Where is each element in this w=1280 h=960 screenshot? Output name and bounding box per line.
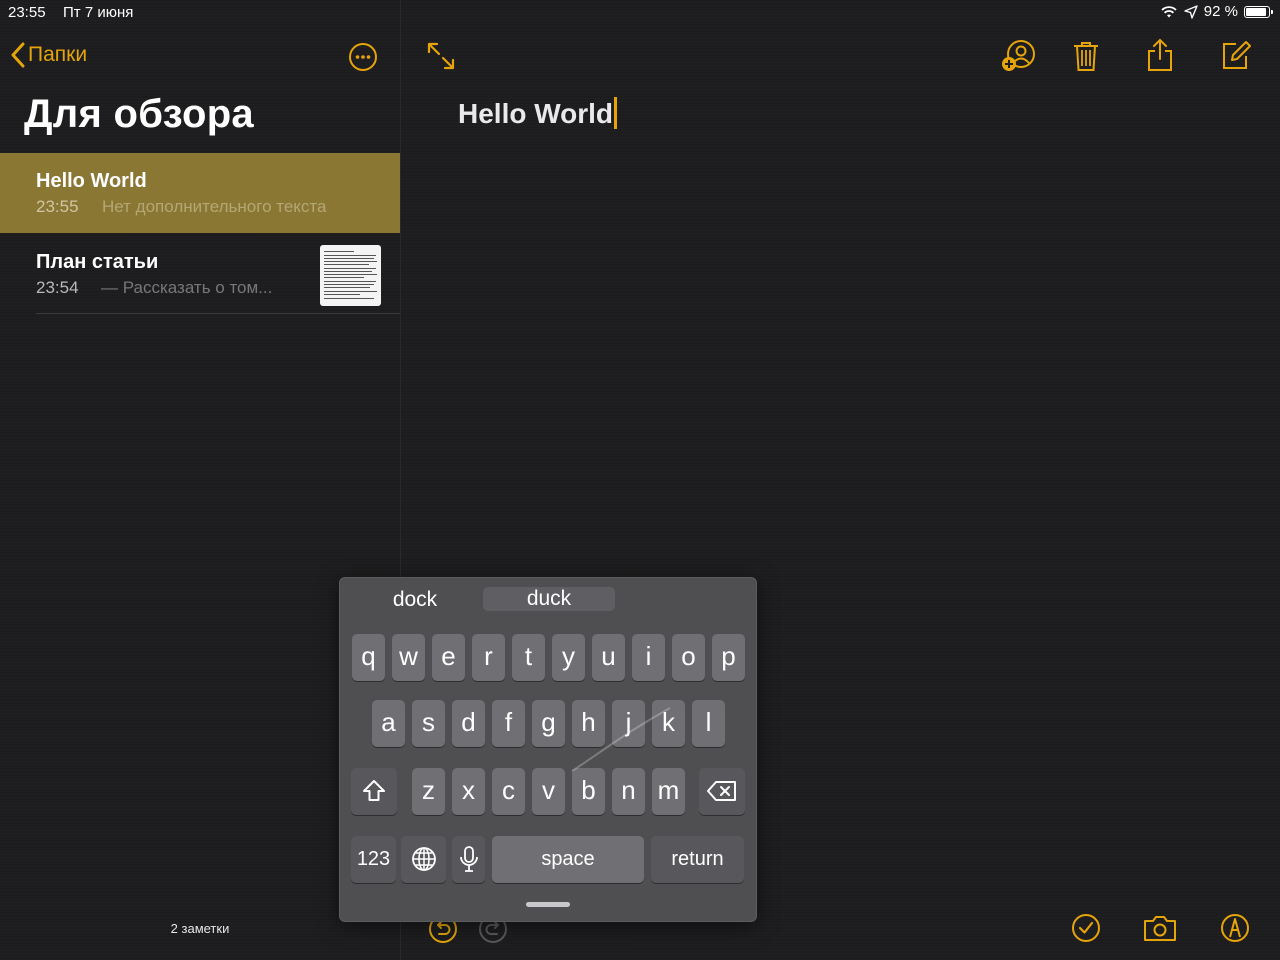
add-people-icon[interactable] (1000, 40, 1038, 74)
trash-icon[interactable] (1072, 40, 1100, 72)
key-s[interactable]: s (412, 700, 445, 747)
key-t[interactable]: t (512, 634, 545, 681)
status-indicators: 92 % (1160, 3, 1273, 20)
key-z[interactable]: z (412, 768, 445, 815)
more-options-icon[interactable] (347, 41, 379, 73)
compose-icon[interactable] (1220, 40, 1252, 72)
dictation-key[interactable] (452, 836, 485, 883)
keyboard-drag-handle[interactable] (526, 902, 570, 907)
key-q[interactable]: q (352, 634, 385, 681)
numbers-key[interactable]: 123 (351, 836, 396, 883)
key-a[interactable]: a (372, 700, 405, 747)
note-editor[interactable]: Hello World (458, 97, 618, 130)
globe-key[interactable] (401, 836, 446, 883)
chevron-left-icon (11, 42, 25, 68)
back-to-folders-button[interactable]: Папки (10, 42, 87, 68)
share-icon[interactable] (1146, 38, 1174, 72)
notes-count: 2 заметки (170, 921, 230, 936)
backspace-icon (707, 781, 736, 801)
note-time: 23:54 (36, 278, 79, 297)
key-c[interactable]: c (492, 768, 525, 815)
key-f[interactable]: f (492, 700, 525, 747)
note-time: 23:55 (36, 197, 79, 216)
note-preview: — Рассказать о том... (101, 278, 273, 297)
note-heading-text: Hello World (458, 98, 614, 129)
markup-icon[interactable] (1220, 913, 1250, 943)
shift-icon (363, 780, 385, 801)
note-list-item[interactable]: План статьи 23:54 — Рассказать о том... (0, 234, 400, 314)
key-v[interactable]: v (532, 768, 565, 815)
note-list-item[interactable]: Hello World 23:55 Нет дополнительного те… (0, 153, 400, 233)
note-thumbnail (320, 245, 381, 306)
key-d[interactable]: d (452, 700, 485, 747)
return-key[interactable]: return (651, 836, 744, 883)
wifi-icon (1161, 5, 1177, 17)
checklist-icon[interactable] (1071, 913, 1101, 943)
battery-icon (1244, 5, 1273, 18)
key-m[interactable]: m (652, 768, 685, 815)
key-l[interactable]: l (692, 700, 725, 747)
key-n[interactable]: n (612, 768, 645, 815)
suggestion-third[interactable] (618, 582, 748, 618)
location-icon (1184, 4, 1198, 19)
suggestion-duck[interactable]: duck (483, 587, 615, 611)
space-key[interactable]: space (492, 836, 644, 883)
note-title: План статьи (36, 251, 159, 273)
note-preview: Нет дополнительного текста (102, 197, 327, 216)
battery-percent: 92 % (1203, 3, 1238, 20)
key-e[interactable]: e (432, 634, 465, 681)
key-o[interactable]: o (672, 634, 705, 681)
key-x[interactable]: x (452, 768, 485, 815)
key-b[interactable]: b (572, 768, 605, 815)
list-divider (36, 313, 400, 314)
suggestion-dock[interactable]: dock (350, 582, 480, 618)
key-g[interactable]: g (532, 700, 565, 747)
key-i[interactable]: i (632, 634, 665, 681)
key-w[interactable]: w (392, 634, 425, 681)
battery-fill (1246, 7, 1267, 16)
key-p[interactable]: p (712, 634, 745, 681)
text-cursor (614, 97, 618, 129)
folder-title: Для обзора (24, 92, 254, 136)
key-u[interactable]: u (592, 634, 625, 681)
key-k[interactable]: k (652, 700, 685, 747)
microphone-icon (459, 846, 478, 872)
expand-icon[interactable] (425, 40, 457, 72)
shift-key[interactable] (351, 768, 397, 815)
globe-icon (411, 847, 436, 871)
backspace-key[interactable] (699, 768, 745, 815)
key-r[interactable]: r (472, 634, 505, 681)
key-j[interactable]: j (612, 700, 645, 747)
back-label: Папки (28, 43, 88, 66)
key-h[interactable]: h (572, 700, 605, 747)
note-title: Hello World (36, 170, 147, 192)
key-y[interactable]: y (552, 634, 585, 681)
camera-icon[interactable] (1143, 914, 1177, 942)
floating-keyboard: dock duck qwertyuiop asdfghjkl zxcvbnm 1… (339, 577, 757, 922)
